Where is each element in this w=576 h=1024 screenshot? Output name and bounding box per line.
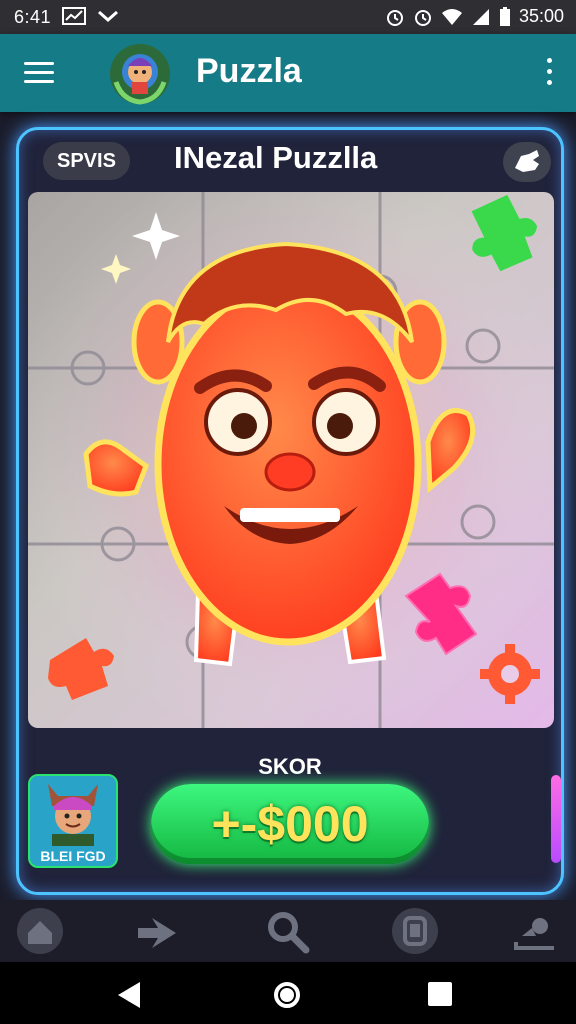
chart-icon	[62, 7, 86, 25]
nav-search[interactable]	[262, 906, 312, 956]
puzzle-board[interactable]	[28, 192, 554, 728]
home-icon	[17, 908, 63, 954]
nav-home[interactable]	[15, 906, 65, 956]
bottom-nav	[0, 900, 576, 962]
app-logo	[110, 44, 170, 105]
hint-button[interactable]	[503, 142, 551, 182]
side-scroll-handle[interactable]	[551, 775, 561, 863]
puzzle-title: INezal Puzzlla	[174, 140, 378, 175]
app-bar: Puzzla	[0, 34, 576, 112]
hint-hand-icon	[515, 150, 539, 172]
wifi-icon	[441, 8, 462, 25]
score-button[interactable]: +-$000	[151, 784, 429, 864]
signal-icon	[472, 8, 489, 25]
player-avatar-button[interactable]: BLEI FGD	[28, 774, 118, 868]
status-clock: 35:00	[518, 6, 564, 26]
more-options-button[interactable]	[544, 58, 554, 88]
hamburger-icon	[24, 62, 54, 65]
battery-icon	[499, 6, 510, 26]
app-title: Puzzla	[196, 52, 302, 90]
arrow-right-icon	[138, 918, 176, 948]
nav-tablet[interactable]	[390, 906, 440, 956]
avatar	[30, 776, 116, 846]
alarm-icon	[386, 9, 403, 26]
chevron-down-icon	[98, 10, 118, 23]
score-value: +-$000	[211, 796, 369, 852]
more-vertical-icon	[546, 58, 552, 63]
nav-profile[interactable]	[510, 906, 560, 956]
profile-icon	[514, 918, 554, 950]
status-bar: 6:41 35:00	[0, 0, 576, 34]
nav-forward[interactable]	[132, 906, 182, 956]
alarm-icon	[414, 9, 431, 26]
recents-icon[interactable]	[426, 980, 454, 1008]
home-circle-icon[interactable]	[272, 980, 302, 1010]
search-icon	[268, 912, 310, 954]
puzzle-artwork	[28, 192, 554, 728]
tablet-icon	[392, 908, 438, 954]
status-time: 6:41	[14, 7, 52, 27]
back-icon[interactable]	[114, 980, 144, 1010]
player-name: BLEI FGD	[40, 848, 106, 864]
menu-button[interactable]	[24, 56, 64, 90]
system-nav-bar	[0, 962, 576, 1024]
puzzle-card: SPVIS INezal Puzzlla SKOR BLEI FGD +-$00…	[16, 127, 564, 895]
spvis-button[interactable]: SPVIS	[43, 142, 130, 180]
